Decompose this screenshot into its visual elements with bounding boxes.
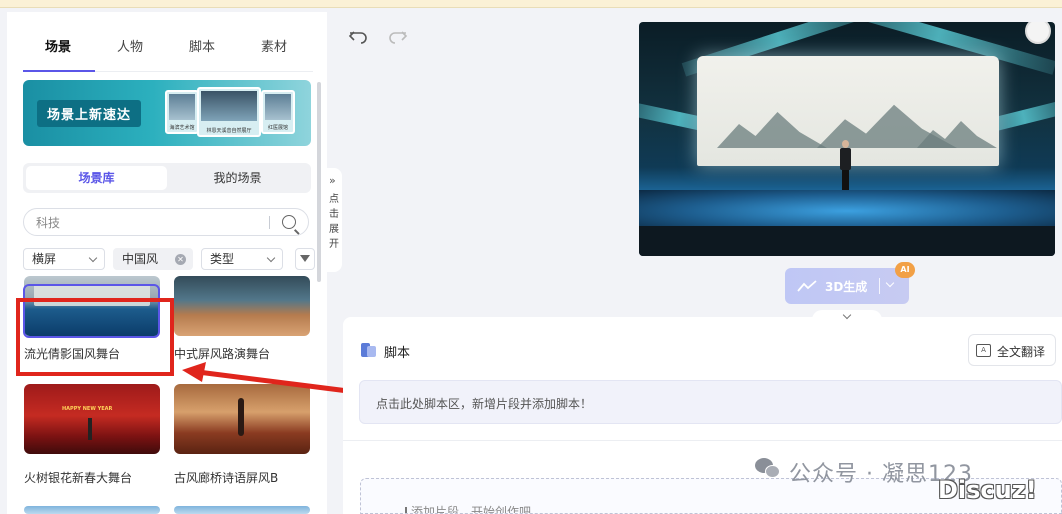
divider xyxy=(343,440,1062,441)
orientation-select[interactable]: 横屏 xyxy=(23,248,105,270)
orientation-value: 横屏 xyxy=(32,252,57,266)
banner-card: 海滨艺术馆 xyxy=(165,90,199,134)
double-chevron-icon: » xyxy=(329,174,336,187)
top-strip xyxy=(0,0,1062,8)
search-icon[interactable] xyxy=(282,215,296,229)
discuz-watermark: Discuz! xyxy=(938,476,1037,504)
new-scenes-banner[interactable]: 场景上新速达 海滨艺术馆 林恩天溪音自然展厅 红医展馆 xyxy=(23,80,311,146)
search-input[interactable] xyxy=(36,214,256,230)
library-switch: 场景库 我的场景 xyxy=(23,163,311,193)
scene-thumbnail xyxy=(24,384,160,454)
tab-character[interactable]: 人物 xyxy=(117,36,143,55)
script-icon xyxy=(361,343,377,357)
banner-title: 场景上新速达 xyxy=(37,100,142,127)
script-title: 脚本 xyxy=(384,346,411,361)
annotation-highlight-box xyxy=(16,298,174,376)
active-tab-indicator xyxy=(23,70,95,72)
annotation-arrow-icon xyxy=(182,362,357,395)
tab-assets[interactable]: 素材 xyxy=(261,36,287,55)
clear-icon[interactable]: ✕ xyxy=(175,254,186,265)
chevron-down-icon[interactable] xyxy=(885,278,895,288)
scene-preview[interactable] xyxy=(639,22,1055,256)
preview-corner-button[interactable] xyxy=(1025,22,1051,44)
scene-library-tab[interactable]: 场景库 xyxy=(26,166,167,190)
expand-panel-tab[interactable]: » 点击展开 xyxy=(326,168,342,272)
add-script-hint: 点击此处脚本区，新增片段并添加脚本！ xyxy=(376,397,593,411)
funnel-icon xyxy=(300,255,310,262)
my-scenes-tab[interactable]: 我的场景 xyxy=(167,166,308,190)
scene-thumbnail xyxy=(174,276,310,336)
scene-title: 古风廊桥诗语屏风B xyxy=(174,471,279,485)
banner-card: 红医展馆 xyxy=(261,90,295,134)
chevron-down-icon xyxy=(88,253,98,263)
collapse-handle[interactable] xyxy=(812,310,882,324)
generate-3d-label: 3D生成 xyxy=(825,280,868,294)
scene-title: 中式屏风路演舞台 xyxy=(174,347,271,361)
avatar xyxy=(839,140,851,190)
style-tag-value: 中国风 xyxy=(122,252,159,266)
type-select[interactable]: 类型 xyxy=(201,248,283,270)
expand-label: 点击展开 xyxy=(329,194,339,250)
redo-icon[interactable] xyxy=(388,28,408,46)
banner-card: 林恩天溪音自然展厅 xyxy=(197,87,261,137)
ai-badge: AI xyxy=(895,262,915,278)
filter-button[interactable] xyxy=(295,248,315,270)
search-box xyxy=(23,208,309,236)
undo-icon[interactable] xyxy=(348,28,368,46)
scene-thumbnail xyxy=(174,506,310,514)
style-tag-filter[interactable]: 中国风 ✕ xyxy=(113,248,193,270)
translate-all-label: 全文翻译 xyxy=(997,345,1046,359)
translate-all-button[interactable]: A 全文翻译 xyxy=(968,334,1056,366)
generate-3d-button[interactable]: 3D生成 xyxy=(785,268,909,304)
chevron-down-icon xyxy=(266,253,276,263)
scrollbar[interactable] xyxy=(317,82,321,282)
translate-icon: A xyxy=(976,344,991,357)
tab-script[interactable]: 脚本 xyxy=(189,36,215,55)
plus-icon xyxy=(405,507,407,513)
chevron-down-icon xyxy=(842,310,852,320)
type-value: 类型 xyxy=(210,252,235,266)
scene-title: 火树银花新春大舞台 xyxy=(24,471,133,485)
scene-thumbnail xyxy=(24,506,160,514)
filter-bar: 横屏 中国风 ✕ 类型 xyxy=(23,248,315,270)
add-segment-label: 添加片段，开始创作吧 xyxy=(411,505,532,514)
tab-scene[interactable]: 场景 xyxy=(45,36,71,55)
trend-icon xyxy=(797,280,817,292)
wechat-icon xyxy=(755,458,781,480)
panel-tabs: 场景 人物 脚本 素材 xyxy=(23,28,313,72)
add-script-area[interactable]: 点击此处脚本区，新增片段并添加脚本！ xyxy=(359,380,1062,424)
